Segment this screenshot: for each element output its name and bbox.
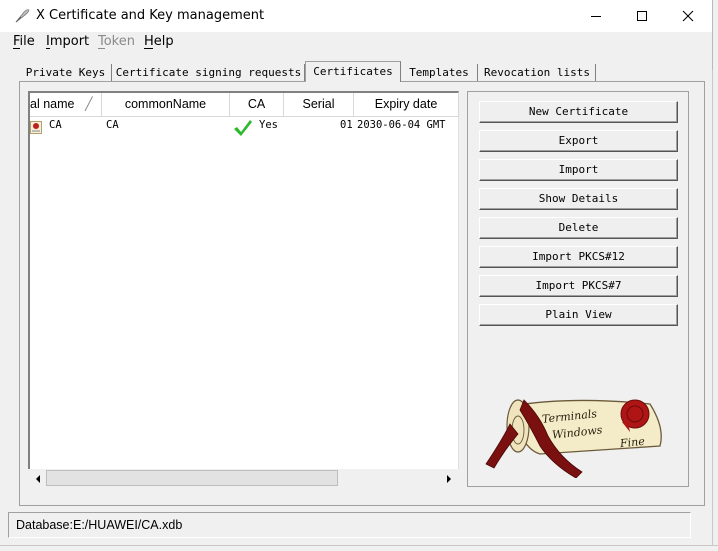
background-window-edge [712, 70, 718, 550]
cell-ca: Yes [259, 119, 278, 131]
scroll-logo: Terminals Windows Fine [480, 388, 670, 479]
title-bar: X Certificate and Key management [0, 0, 712, 32]
status-bar: Database:E:/HUAWEI/CA.xdb [8, 512, 691, 538]
background-window-bottom [0, 545, 718, 551]
quill-pen-icon [14, 8, 30, 24]
tab-certificates[interactable]: Certificates [305, 61, 401, 82]
certificate-icon [30, 119, 42, 134]
column-header-ca[interactable]: CA [230, 93, 284, 117]
table-row[interactable]: CA CA Yes 01 2030-06-04 GMT [30, 117, 459, 136]
column-header-expiry[interactable]: Expiry date [354, 93, 459, 117]
menu-bar: File Import Token Help [0, 32, 712, 52]
scroll-thumb[interactable] [46, 470, 338, 486]
tab-revocation-lists[interactable]: Revocation lists [479, 64, 596, 82]
scroll-left-button[interactable] [30, 470, 45, 485]
column-header-label: al name [30, 97, 75, 111]
new-certificate-button[interactable]: New Certificate [479, 101, 678, 123]
tab-private-keys[interactable]: Private Keys [20, 64, 112, 82]
minimize-icon [590, 7, 602, 26]
maximize-button[interactable] [619, 0, 665, 32]
checkmark-icon [233, 119, 253, 137]
menu-file[interactable]: File [13, 34, 35, 49]
mnemonic-underline [98, 48, 105, 49]
cell-expiry: 2030-06-04 GMT [357, 119, 446, 131]
column-header-commonname[interactable]: commonName [102, 93, 230, 117]
column-header-serial[interactable]: Serial [284, 93, 354, 117]
import-pkcs7-button[interactable]: Import PKCS#7 [479, 275, 678, 297]
tab-certificate-signing-requests[interactable]: Certificate signing requests [113, 64, 305, 82]
main-window: X Certificate and Key management File Im… [0, 0, 713, 546]
mnemonic-underline [46, 48, 50, 49]
certificate-list[interactable]: al name ╱ commonName CA Serial Expiry da… [28, 91, 459, 487]
horizontal-scrollbar[interactable] [28, 469, 459, 487]
sort-indicator-icon: ╱ [85, 97, 93, 111]
logo-text-line3: Fine [619, 434, 646, 451]
scroll-right-button[interactable] [441, 470, 456, 485]
cell-name: CA [49, 119, 62, 131]
arrow-right-icon [446, 468, 452, 487]
mnemonic-underline [144, 48, 153, 49]
show-details-button[interactable]: Show Details [479, 188, 678, 210]
menu-import[interactable]: Import [46, 34, 89, 49]
menu-token: Token [98, 34, 135, 49]
cell-commonname: CA [106, 119, 119, 131]
import-button[interactable]: Import [479, 159, 678, 181]
export-button[interactable]: Export [479, 130, 678, 152]
maximize-icon [636, 7, 648, 26]
menu-help[interactable]: Help [144, 34, 174, 49]
plain-view-button[interactable]: Plain View [479, 304, 678, 326]
column-header-name[interactable]: al name ╱ [30, 93, 102, 117]
mnemonic-underline [13, 48, 20, 49]
arrow-left-icon [35, 468, 41, 487]
window-title: X Certificate and Key management [36, 8, 265, 23]
import-pkcs12-button[interactable]: Import PKCS#12 [479, 246, 678, 268]
close-icon [682, 7, 694, 26]
delete-button[interactable]: Delete [479, 217, 678, 239]
minimize-button[interactable] [573, 0, 619, 32]
close-button[interactable] [665, 0, 711, 32]
tab-templates[interactable]: Templates [401, 64, 478, 82]
cell-serial: 01 [340, 119, 353, 131]
